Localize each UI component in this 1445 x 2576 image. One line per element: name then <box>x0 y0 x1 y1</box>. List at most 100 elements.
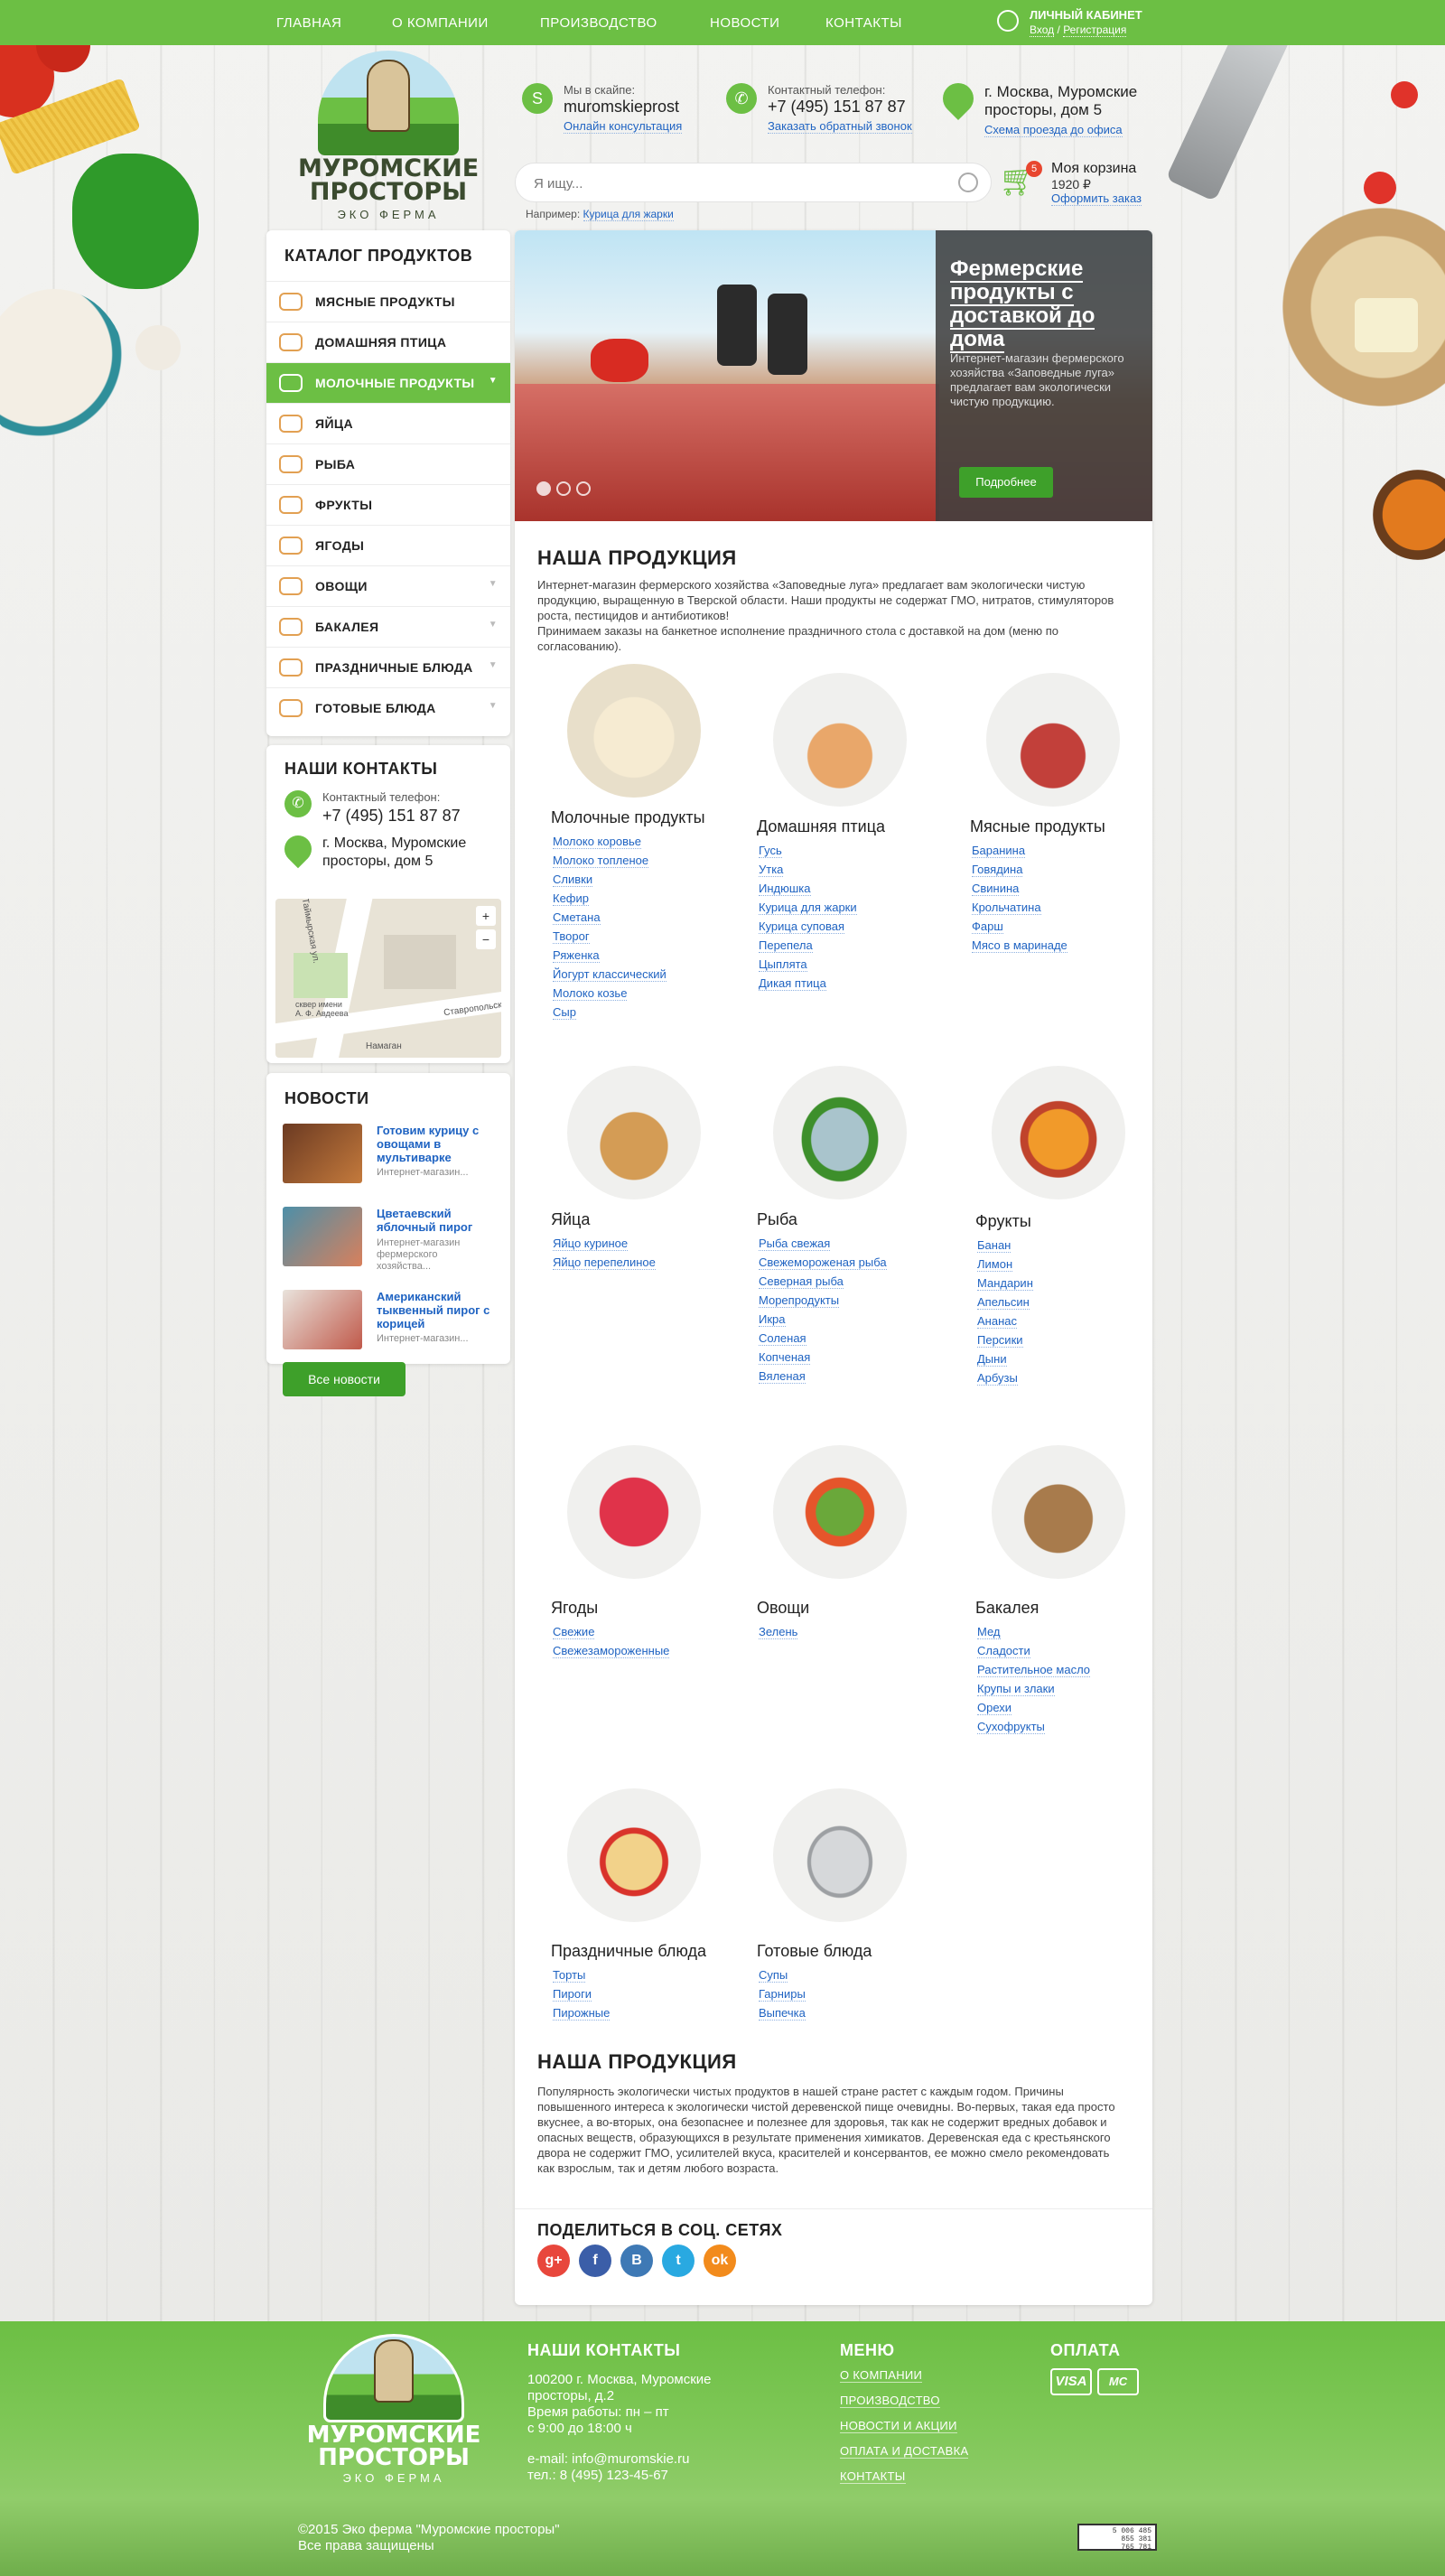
news-item[interactable]: Готовим курицу с овощами в мультиварке И… <box>283 1124 496 1187</box>
product-link[interactable]: Молоко топленое <box>553 854 649 868</box>
product-link[interactable]: Ряженка <box>553 948 600 963</box>
product-link[interactable]: Творог <box>553 929 590 944</box>
product-category-title[interactable]: Фрукты <box>975 1212 1031 1231</box>
meat-image[interactable] <box>986 673 1120 807</box>
catalog-item-vegetables[interactable]: ОВОЩИ ▼ <box>266 565 510 606</box>
eggs-image[interactable] <box>567 1066 701 1199</box>
product-link[interactable]: Гусь <box>759 844 782 858</box>
slider-dot[interactable] <box>576 481 591 496</box>
product-link[interactable]: Торты <box>553 1968 586 1983</box>
product-link[interactable]: Сливки <box>553 873 593 887</box>
catalog-item-meat[interactable]: МЯСНЫЕ ПРОДУКТЫ <box>266 281 510 322</box>
product-link[interactable]: Северная рыба <box>759 1274 844 1289</box>
footer-email[interactable]: e-mail: info@muromskie.ru <box>527 2451 798 2468</box>
product-link[interactable]: Гарниры <box>759 1987 806 2002</box>
product-link[interactable]: Морепродукты <box>759 1293 840 1308</box>
footer-menu-item[interactable]: КОНТАКТЫ <box>840 2469 906 2484</box>
search-icon[interactable] <box>958 173 978 192</box>
news-item[interactable]: Американский тыквенный пирог с корицей И… <box>283 1290 496 1353</box>
product-link[interactable]: Яйцо перепелиное <box>553 1255 656 1270</box>
product-link[interactable]: Цыплята <box>759 957 807 972</box>
product-link[interactable]: Рыба свежая <box>759 1237 831 1251</box>
facebook-icon[interactable]: f <box>579 2245 611 2277</box>
product-link[interactable]: Курица суповая <box>759 919 845 934</box>
dairy-image[interactable] <box>567 664 701 798</box>
product-link[interactable]: Крольчатина <box>972 901 1041 915</box>
slider-dot[interactable] <box>556 481 571 496</box>
product-link[interactable]: Сладости <box>977 1644 1030 1658</box>
nav-contacts[interactable]: КОНТАКТЫ <box>825 15 902 31</box>
product-category-title[interactable]: Ягоды <box>551 1599 598 1618</box>
twitter-icon[interactable]: t <box>662 2245 695 2277</box>
news-item-title[interactable]: Готовим курицу с овощами в мультиварке <box>377 1124 494 1164</box>
product-link[interactable]: Молоко козье <box>553 986 628 1001</box>
product-link[interactable]: Утка <box>759 863 784 877</box>
product-link[interactable]: Баранина <box>972 844 1026 858</box>
product-link[interactable]: Дыни <box>977 1352 1007 1367</box>
product-link[interactable]: Персики <box>977 1333 1023 1348</box>
product-link[interactable]: Соленая <box>759 1331 806 1346</box>
news-item-title[interactable]: Американский тыквенный пирог с корицей <box>377 1290 494 1330</box>
fish-image[interactable] <box>773 1066 907 1199</box>
vegetables-image[interactable] <box>773 1445 907 1579</box>
odnoklassniki-icon[interactable]: ok <box>704 2245 736 2277</box>
poultry-image[interactable] <box>773 673 907 807</box>
slider-dot[interactable] <box>536 481 551 496</box>
product-link[interactable]: Копченая <box>759 1350 811 1365</box>
product-category-title[interactable]: Домашняя птица <box>757 817 885 836</box>
product-link[interactable]: Молоко коровье <box>553 835 641 849</box>
vk-icon[interactable]: B <box>620 2245 653 2277</box>
product-link[interactable]: Лимон <box>977 1257 1013 1272</box>
banner-more-button[interactable]: Подробнее <box>959 467 1053 498</box>
product-link[interactable]: Крупы и злаки <box>977 1682 1055 1696</box>
nav-home[interactable]: ГЛАВНАЯ <box>276 15 341 31</box>
product-link[interactable]: Сыр <box>553 1005 576 1020</box>
product-link[interactable]: Арбузы <box>977 1371 1018 1386</box>
product-link[interactable]: Фарш <box>972 919 1003 934</box>
visit-counter[interactable]: 5 006 485 855 381 765 781 <box>1077 2524 1157 2552</box>
all-news-button[interactable]: Все новости <box>283 1362 406 1396</box>
product-link[interactable]: Мед <box>977 1625 1001 1639</box>
news-item[interactable]: Цветаевский яблочный пирог Интернет-мага… <box>283 1207 496 1279</box>
product-link[interactable]: Свежезамороженные <box>553 1644 670 1658</box>
product-category-title[interactable]: Яйца <box>551 1210 590 1229</box>
product-link[interactable]: Растительное масло <box>977 1663 1091 1677</box>
product-category-title[interactable]: Молочные продукты <box>551 808 705 827</box>
nav-news[interactable]: НОВОСТИ <box>710 15 779 31</box>
product-link[interactable]: Говядина <box>972 863 1023 877</box>
product-category-title[interactable]: Бакалея <box>975 1599 1039 1618</box>
register-link[interactable]: Регистрация <box>1063 23 1127 37</box>
product-link[interactable]: Свинина <box>972 882 1020 896</box>
catalog-item-poultry[interactable]: ДОМАШНЯЯ ПТИЦА <box>266 322 510 362</box>
product-link[interactable]: Пироги <box>553 1987 592 2002</box>
catalog-item-festive[interactable]: ПРАЗДНИЧНЫЕ БЛЮДА ▼ <box>266 647 510 687</box>
online-consultation-link[interactable]: Онлайн консультация <box>564 119 683 134</box>
berries-image[interactable] <box>567 1445 701 1579</box>
login-link[interactable]: Вход <box>1030 23 1055 37</box>
fruits-image[interactable] <box>992 1066 1125 1199</box>
product-category-title[interactable]: Овощи <box>757 1599 809 1618</box>
footer-logo[interactable]: МУРОМСКИЕ ПРОСТОРЫ ЭКО ФЕРМА <box>303 2334 484 2485</box>
news-item-title[interactable]: Цветаевский яблочный пирог <box>377 1207 494 1234</box>
catalog-item-eggs[interactable]: ЯЙЦА <box>266 403 510 443</box>
checkout-link[interactable]: Оформить заказ <box>1051 191 1142 206</box>
festive-image[interactable] <box>567 1788 701 1922</box>
product-link[interactable]: Индюшка <box>759 882 811 896</box>
product-link[interactable]: Ананас <box>977 1314 1017 1329</box>
catalog-item-ready[interactable]: ГОТОВЫЕ БЛЮДА ▼ <box>266 687 510 733</box>
nav-production[interactable]: ПРОИЗВОДСТВО <box>540 15 657 31</box>
product-link[interactable]: Йогурт классический <box>553 967 667 982</box>
product-link[interactable]: Свежемороженая рыба <box>759 1255 887 1270</box>
product-category-title[interactable]: Готовые блюда <box>757 1942 872 1961</box>
footer-menu-item[interactable]: О КОМПАНИИ <box>840 2368 923 2383</box>
grocery-image[interactable] <box>992 1445 1125 1579</box>
product-link[interactable]: Перепела <box>759 938 813 953</box>
footer-menu-item[interactable]: ПРОИЗВОДСТВО <box>840 2394 940 2408</box>
catalog-item-grocery[interactable]: БАКАЛЕЯ ▼ <box>266 606 510 647</box>
catalog-item-fish[interactable]: РЫБА <box>266 443 510 484</box>
product-link[interactable]: Курица для жарки <box>759 901 857 915</box>
product-link[interactable]: Кефир <box>553 891 589 906</box>
product-link[interactable]: Апельсин <box>977 1295 1030 1310</box>
cloche-image[interactable] <box>773 1788 907 1922</box>
product-link[interactable]: Сухофрукты <box>977 1720 1045 1734</box>
